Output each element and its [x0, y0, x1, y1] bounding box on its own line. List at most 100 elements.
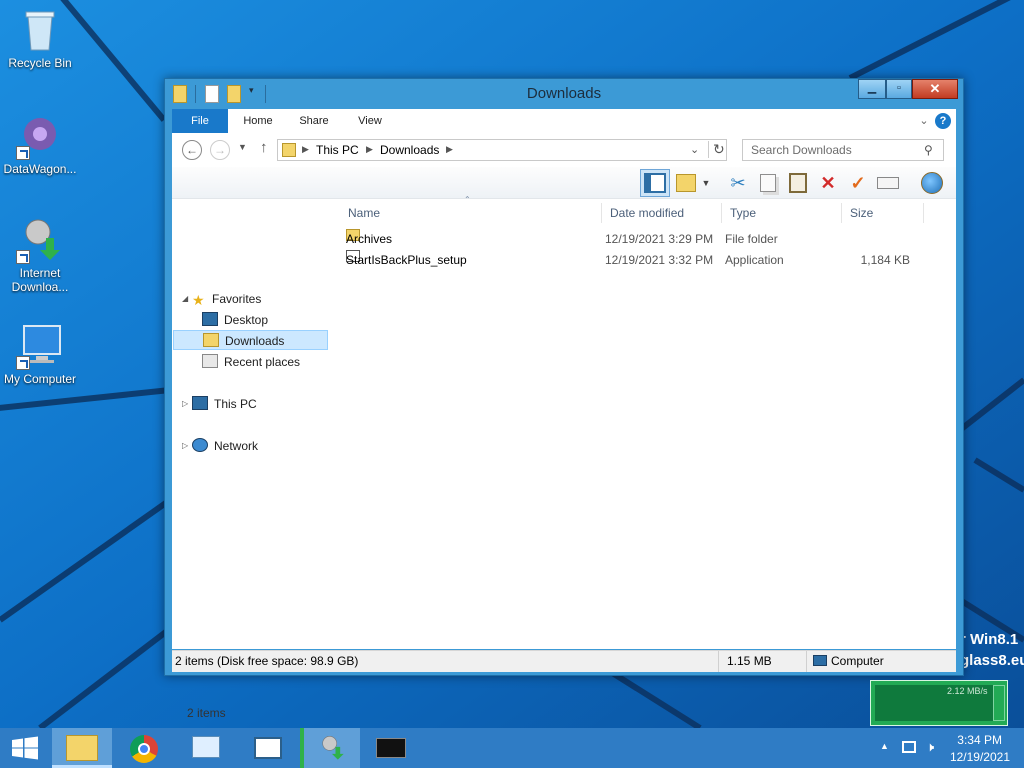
back-button[interactable]: ← [182, 140, 202, 160]
rename-icon[interactable] [876, 171, 900, 195]
content-area: ◢ ★ Favorites Desktop Downloads Recent pl… [172, 195, 956, 725]
nav-item-network[interactable]: Network [192, 436, 258, 456]
status-location: Computer [806, 651, 946, 672]
column-header-size[interactable]: Size [844, 203, 924, 223]
start-button[interactable] [0, 728, 50, 768]
file-row[interactable]: Archives 12/19/2021 3:29 PM File folder [342, 229, 932, 250]
breadcrumb-separator-icon: ▶ [302, 144, 309, 154]
explorer-window: ▾ Downloads ▁ ▫ ✕ File Home Share View ⌄… [164, 78, 964, 725]
nav-item-label: Favorites [212, 292, 262, 306]
cut-icon[interactable]: ✂ [726, 171, 750, 195]
desktop-icon-label: Recycle Bin [8, 56, 72, 70]
nav-item-label: Downloads [225, 334, 285, 348]
tab-share[interactable]: Share [290, 109, 338, 133]
taskbar-file-explorer[interactable] [52, 728, 112, 768]
ribbon-tabs: File Home Share View ⌄ ? [172, 109, 956, 133]
reader-icon [254, 737, 282, 759]
desktop-icon-label: DataWagon... [3, 162, 77, 176]
status-summary: 2 items (Disk free space: 98.9 GB) [175, 654, 359, 668]
expand-network-icon[interactable]: ▷ [182, 441, 188, 450]
file-size: 1,184 KB [860, 253, 910, 267]
star-icon: ★ [192, 292, 205, 308]
collapse-favorites-icon[interactable]: ◢ [182, 294, 188, 303]
address-dropdown-icon[interactable]: ⌄ [690, 143, 699, 156]
network-meter-gadget[interactable]: 2.12 MB/s [870, 680, 1008, 726]
desktop-icon-label: Internet Downloa... [11, 266, 69, 294]
datawagon-icon [16, 112, 64, 160]
taskbar-reader[interactable] [238, 728, 298, 768]
column-header-type[interactable]: Type [724, 203, 842, 223]
close-button[interactable]: ✕ [912, 79, 958, 99]
desktop-icon [202, 312, 218, 326]
minimize-button[interactable]: ▁ [858, 79, 886, 99]
copy-icon[interactable] [756, 171, 780, 195]
file-list: ⌃ Name Date modified Type Size Archives … [342, 195, 942, 649]
desktop-icon-internet-download-manager[interactable]: Internet Downloa... [0, 216, 80, 294]
status-bar: 2 items (Disk free space: 98.9 GB) 1.15 … [172, 650, 956, 672]
up-button[interactable]: ↑ [260, 139, 268, 156]
delete-icon[interactable]: ✕ [816, 171, 840, 195]
expand-this-pc-icon[interactable]: ▷ [182, 399, 188, 408]
title-bar[interactable]: ▾ Downloads ▁ ▫ ✕ [165, 79, 963, 109]
column-header-name[interactable]: Name [342, 203, 602, 223]
network-tray-icon[interactable] [902, 741, 916, 753]
file-explorer-icon [66, 735, 98, 761]
address-row: ← → ▼ ↑ ▶ This PC ▶ Downloads ▶ ⌄ ↻ Sear… [172, 133, 956, 167]
my-computer-icon [16, 322, 64, 370]
address-bar[interactable]: ▶ This PC ▶ Downloads ▶ ⌄ ↻ [277, 139, 727, 161]
file-row[interactable]: StartIsBackPlus_setup 12/19/2021 3:32 PM… [342, 250, 932, 271]
clock-time[interactable]: 3:34 PM [957, 733, 1002, 747]
desktop-icon-my-computer[interactable]: My Computer [0, 322, 80, 386]
volume-muted-icon[interactable]: 🕨 [926, 739, 934, 755]
recycle-bin-icon [16, 6, 64, 54]
nav-item-this-pc[interactable]: This PC [192, 394, 257, 414]
show-hidden-icons-icon[interactable]: ▲ [880, 741, 889, 751]
folder-options-dropdown-icon[interactable]: ▼ [700, 171, 712, 195]
forward-button[interactable]: → [210, 140, 230, 160]
breadcrumb-downloads[interactable]: Downloads [380, 143, 439, 157]
refresh-icon[interactable]: ↻ [708, 141, 725, 158]
search-input[interactable]: Search Downloads [742, 139, 944, 161]
file-date: 12/19/2021 3:29 PM [605, 232, 714, 246]
command-prompt-icon [376, 738, 406, 758]
nav-item-label: Desktop [224, 313, 269, 327]
tab-view[interactable]: View [346, 109, 394, 133]
nav-item-desktop[interactable]: Desktop [202, 310, 268, 330]
preview-pane-button[interactable] [640, 169, 670, 197]
breadcrumb-separator-icon: ▶ [446, 144, 453, 154]
window-title: Downloads [526, 85, 602, 102]
network-meter-scroll[interactable] [993, 685, 1005, 721]
taskbar-control-panel[interactable] [176, 728, 236, 768]
nav-item-recent-places[interactable]: Recent places [202, 352, 300, 372]
nav-item-favorites[interactable]: ★ Favorites [192, 289, 261, 309]
globe-icon[interactable] [920, 171, 944, 195]
folder-options-icon[interactable] [676, 171, 700, 195]
recent-places-icon [202, 354, 218, 368]
clock-date[interactable]: 12/19/2021 [950, 750, 1010, 764]
desktop-icon-recycle-bin[interactable]: Recycle Bin [0, 6, 80, 70]
nav-item-downloads[interactable]: Downloads [173, 330, 328, 350]
computer-icon [813, 655, 827, 666]
column-header-date-modified[interactable]: Date modified [604, 203, 722, 223]
watermark-line-2: glass8.eu [960, 652, 1024, 669]
network-rate: 2.12 MB/s [947, 686, 988, 696]
recent-locations-icon[interactable]: ▼ [238, 142, 247, 152]
watermark-line-1: r Win8.1 [960, 631, 1019, 648]
breadcrumb-separator-icon: ▶ [366, 144, 373, 154]
taskbar-internet-download-manager[interactable] [300, 728, 360, 768]
tab-home[interactable]: Home [234, 109, 282, 133]
expand-ribbon-icon[interactable]: ⌄ [916, 109, 932, 133]
breadcrumb-this-pc[interactable]: This PC [316, 143, 359, 157]
desktop-icon-datawagon[interactable]: DataWagon... [0, 112, 80, 176]
paste-icon[interactable] [786, 171, 810, 195]
taskbar: ▲ 🕨 3:34 PM 12/19/2021 [0, 728, 1024, 768]
file-date: 12/19/2021 3:32 PM [605, 253, 714, 267]
taskbar-command-prompt[interactable] [362, 728, 422, 768]
taskbar-chrome[interactable] [114, 728, 174, 768]
checkmark-icon[interactable]: ✓ [846, 171, 870, 195]
maximize-button[interactable]: ▫ [886, 79, 912, 99]
tab-file[interactable]: File [172, 109, 228, 133]
help-icon[interactable]: ? [934, 109, 952, 133]
shortcut-arrow-icon [16, 356, 30, 370]
desktop-icon-label: My Computer [3, 372, 77, 386]
